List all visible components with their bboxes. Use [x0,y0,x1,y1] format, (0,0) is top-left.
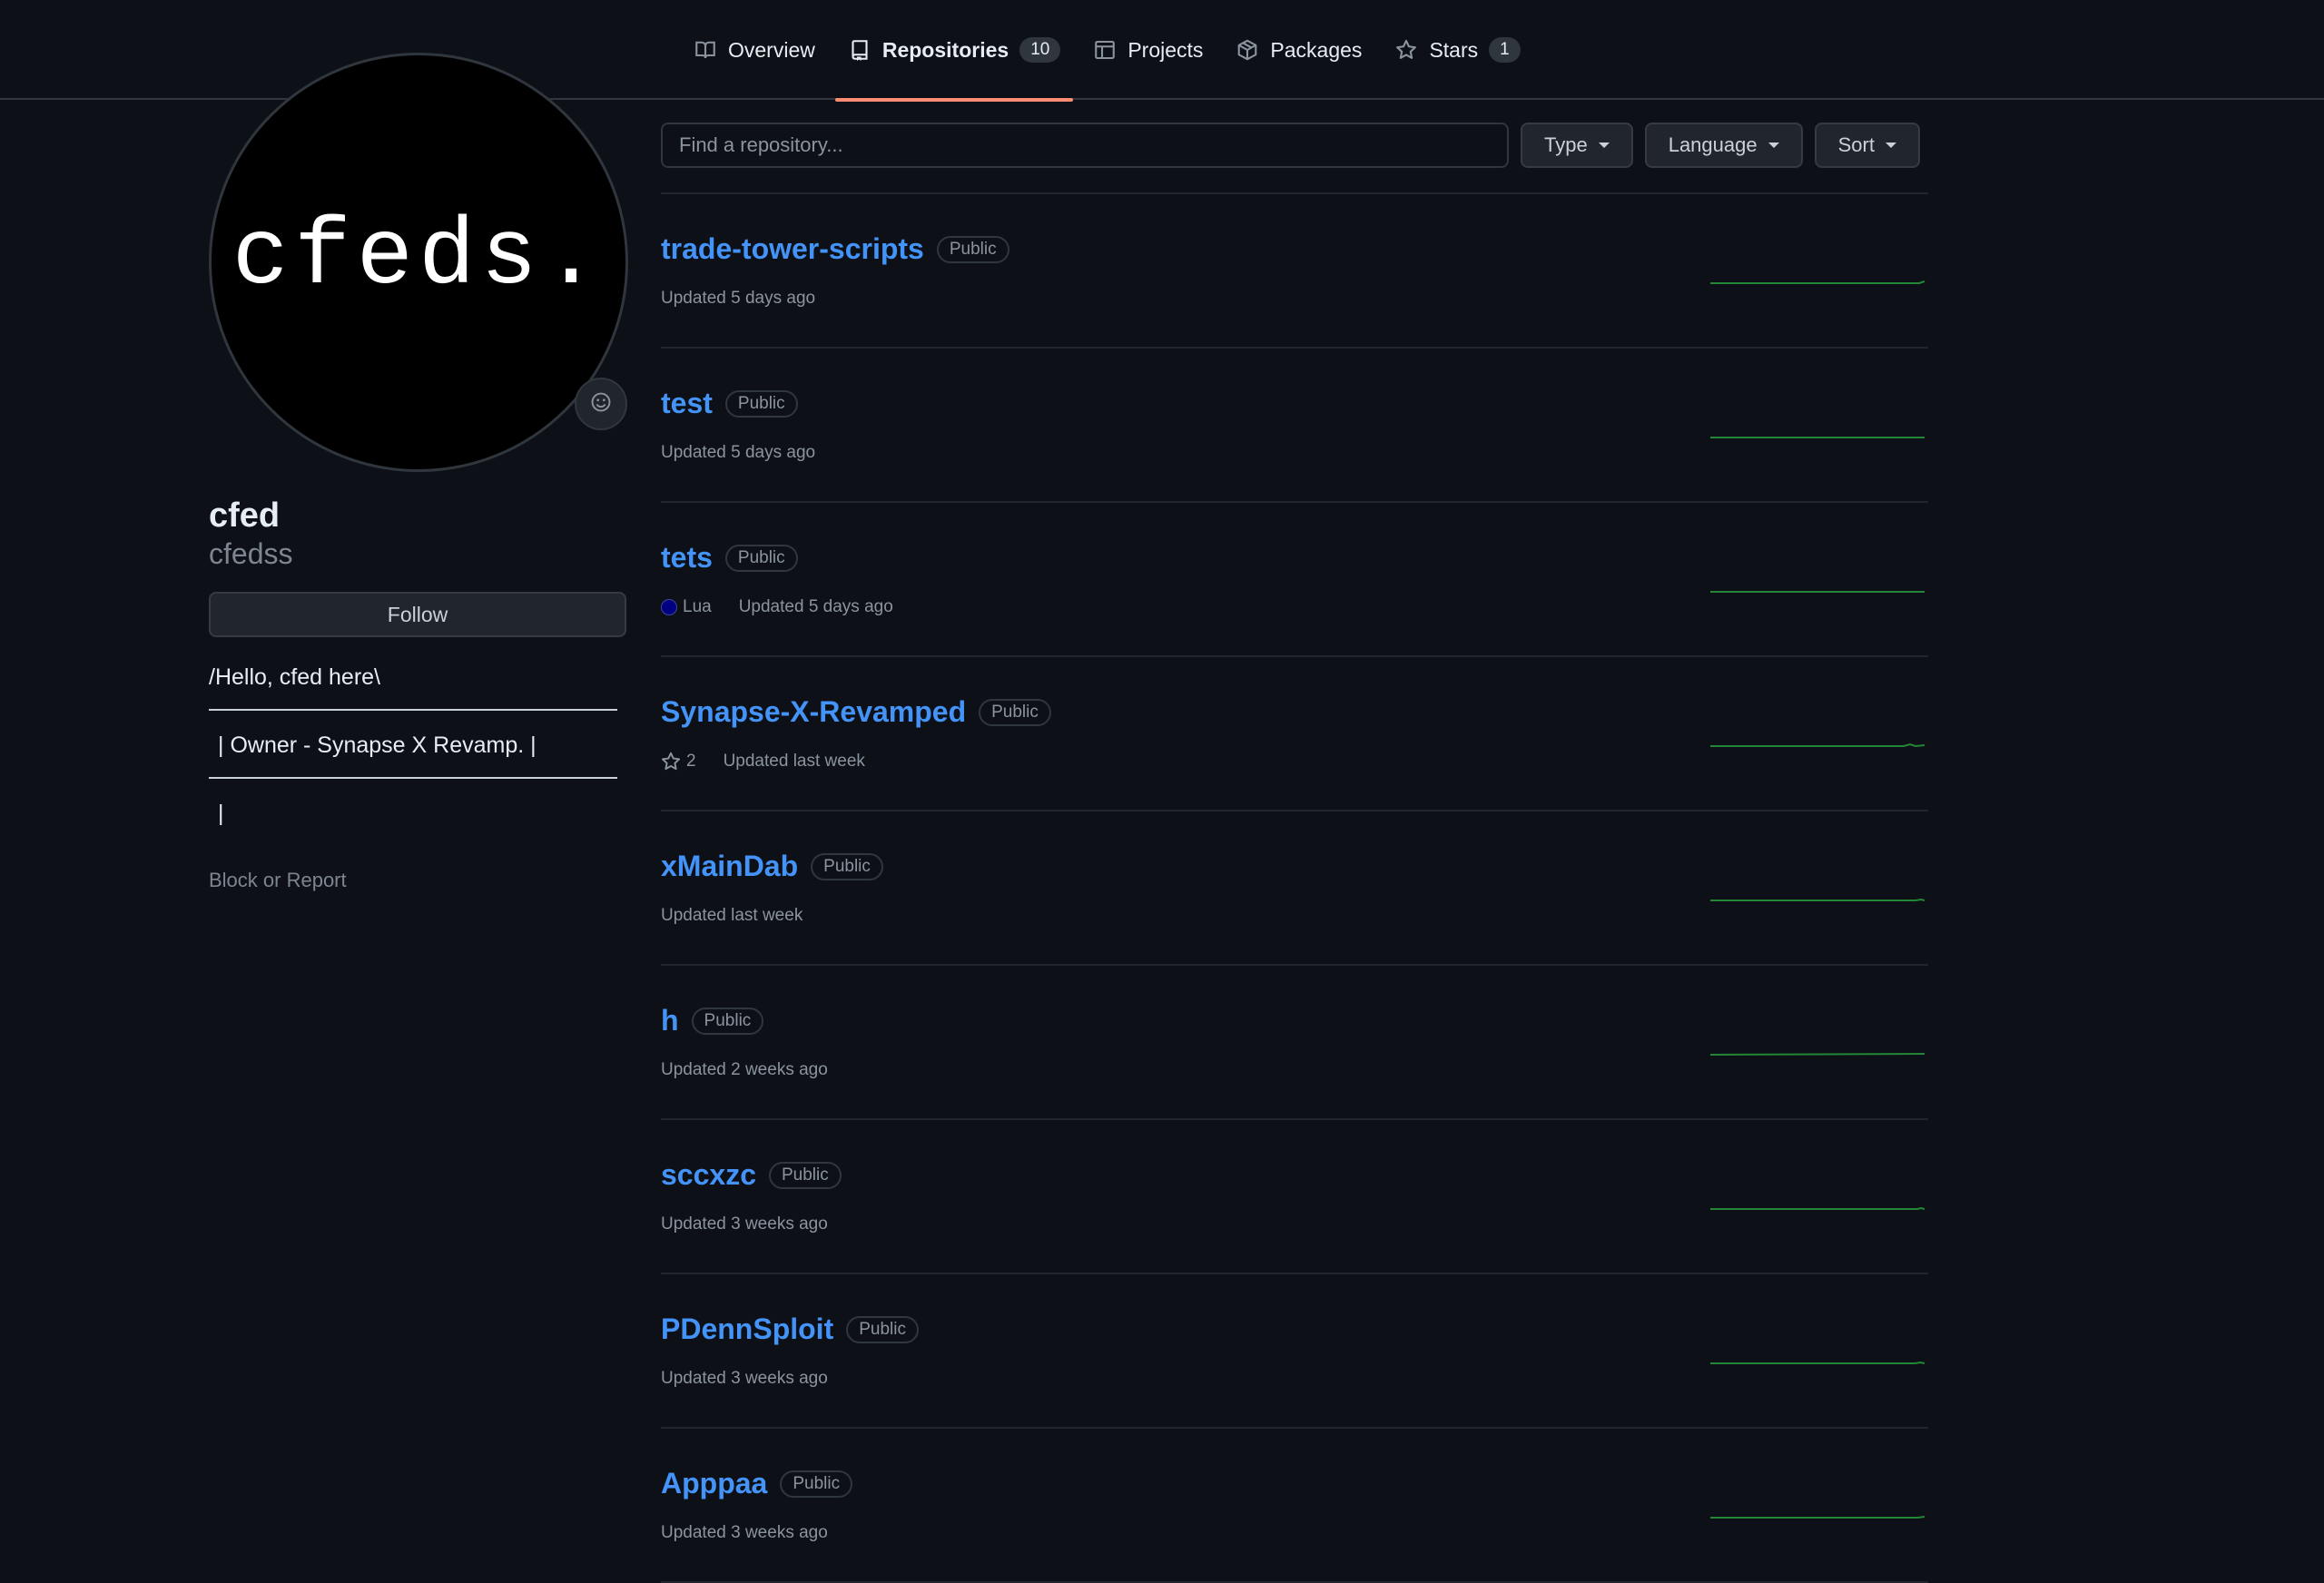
repo-name-link[interactable]: Synapse-X-Revamped [661,695,966,729]
activity-sparkline [1710,1361,1925,1364]
updated-time: Updated last week [723,752,865,771]
profile-username: cfedss [209,537,293,570]
type-filter-label: Type [1544,133,1588,156]
stars-count-badge: 1 [1489,37,1521,63]
language-filter-label: Language [1668,133,1758,156]
repo-filter-bar: Type Language Sort [661,122,1928,169]
bio-line-2: | Owner - Synapse X Revamp. | [218,733,537,758]
sort-filter-label: Sort [1837,133,1875,156]
profile-name: cfed [209,497,281,535]
language-filter-button[interactable]: Language [1644,123,1803,168]
avatar-text: cfeds. [231,204,606,311]
updated-time: Updated 5 days ago [661,443,816,462]
repo-list-item: tets Public Lua Updated 5 days ago [661,503,1928,657]
repo-name-link[interactable]: PDennSploit [661,1313,833,1346]
find-repository-input[interactable] [661,123,1509,168]
repo-name-link[interactable]: tets [661,541,713,575]
sort-filter-button[interactable]: Sort [1814,123,1920,168]
visibility-badge: Public [691,1007,764,1035]
repo-list-item: test Public Updated 5 days ago [661,349,1928,503]
updated-time: Updated 2 weeks ago [661,1060,828,1079]
updated-time: Updated last week [661,906,803,925]
tab-stars-label: Stars [1429,37,1479,62]
bio-line-1: /Hello, cfed here\ [209,664,380,690]
repository-list-area: Type Language Sort trade-tower-scripts P… [661,122,1928,1583]
table-icon [1093,38,1117,62]
tab-packages-label: Packages [1270,37,1363,62]
repo-name-link[interactable]: xMainDab [661,850,798,883]
repo-list-item: trade-tower-scripts Public Updated 5 day… [661,194,1928,349]
tab-packages[interactable]: Packages [1223,0,1374,100]
star-count: 2 [686,752,696,771]
tab-list: Overview Repositories 10 Projects Packag… [681,0,1533,102]
bio-line-3: | [218,801,224,826]
language-color-dot [661,599,677,615]
caret-down-icon [1598,143,1610,148]
repo-name-link[interactable]: trade-tower-scripts [661,232,924,266]
tab-projects[interactable]: Projects [1080,0,1216,100]
activity-sparkline [1710,1206,1925,1210]
visibility-badge: Public [724,389,798,418]
bio-divider [209,777,617,779]
repo-list-item: PDennSploit Public Updated 3 weeks ago [661,1274,1928,1429]
visibility-badge: Public [724,544,798,572]
activity-sparkline [1710,437,1925,438]
star-icon [661,752,681,771]
book-icon [694,38,717,62]
updated-time: Updated 3 weeks ago [661,1523,828,1542]
avatar[interactable]: cfeds. [209,53,628,472]
updated-time: Updated 3 weeks ago [661,1214,828,1234]
repo-list-item: h Public Updated 2 weeks ago [661,966,1928,1120]
smiley-icon [590,391,612,418]
updated-time: Updated 5 days ago [661,289,816,308]
type-filter-button[interactable]: Type [1521,123,1633,168]
activity-sparkline [1710,742,1925,748]
visibility-badge: Public [780,1470,853,1498]
profile-bio: /Hello, cfed here\ | Owner - Synapse X R… [209,664,617,827]
tab-overview[interactable]: Overview [681,0,828,100]
repo-list-item: Synapse-X-Revamped Public 2 Updated last… [661,657,1928,811]
activity-sparkline [1710,591,1925,593]
repo-list-item: xMainDab Public Updated last week [661,811,1928,966]
visibility-badge: Public [768,1161,842,1189]
updated-time: Updated 5 days ago [738,597,893,616]
repo-name-link[interactable]: sccxzc [661,1158,756,1192]
repo-name-link[interactable]: Apppaa [661,1467,767,1500]
visibility-badge: Public [979,698,1051,726]
tab-repositories[interactable]: Repositories 10 [834,0,1074,102]
follow-button[interactable]: Follow [209,592,626,637]
activity-sparkline [1710,1516,1925,1519]
updated-time: Updated 3 weeks ago [661,1369,828,1388]
visibility-badge: Public [936,235,1009,263]
repo-list: trade-tower-scripts Public Updated 5 day… [661,194,1928,1583]
repo-name-link[interactable]: test [661,387,713,420]
repo-list-item: Apppaa Public Updated 3 weeks ago [661,1429,1928,1583]
visibility-badge: Public [811,852,883,880]
repo-name-link[interactable]: h [661,1004,679,1037]
activity-sparkline [1710,280,1925,284]
repositories-count-badge: 10 [1019,37,1061,63]
activity-sparkline [1709,1053,1925,1056]
profile-sidebar: cfeds. cfed cfedss Follow /Hello, cfed h… [209,53,628,892]
block-or-report-link[interactable]: Block or Report [209,869,628,892]
package-icon [1236,38,1259,62]
tab-overview-label: Overview [728,37,815,62]
repo-language: Lua [683,597,712,616]
caret-down-icon [1768,143,1779,148]
bio-divider [209,709,617,711]
repo-icon [848,38,872,62]
set-status-button[interactable] [575,378,627,430]
tab-repositories-label: Repositories [881,37,1009,62]
caret-down-icon [1885,143,1896,148]
tab-stars[interactable]: Stars 1 [1382,0,1532,100]
activity-sparkline [1710,898,1925,901]
stargazers-link[interactable]: 2 [661,752,696,772]
visibility-badge: Public [846,1315,919,1343]
repo-list-item: sccxzc Public Updated 3 weeks ago [661,1120,1928,1274]
star-icon [1394,38,1418,62]
tab-projects-label: Projects [1128,37,1204,62]
